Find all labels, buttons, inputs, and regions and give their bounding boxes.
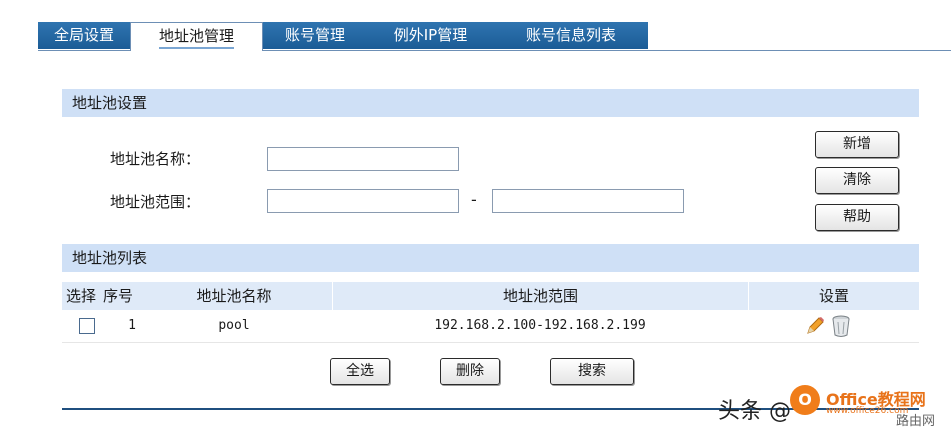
edit-pencil-icon[interactable]	[804, 315, 826, 337]
col-settings: 设置	[748, 282, 919, 310]
pool-name-label: 地址池名称：	[110, 150, 201, 168]
pool-range-start-input[interactable]	[267, 189, 459, 213]
table-header: 选择 序号 地址池名称 地址池范围 设置	[62, 282, 919, 310]
pool-settings-header: 地址池设置	[62, 89, 919, 117]
tab-global-settings[interactable]: 全局设置	[38, 22, 130, 49]
row-name: pool	[218, 318, 250, 333]
watermark-logo-icon: O	[790, 385, 820, 415]
add-button[interactable]: 新增	[815, 131, 899, 158]
pool-name-input[interactable]	[267, 147, 459, 171]
row-select-checkbox[interactable]	[79, 318, 95, 334]
tab-account-management[interactable]: 账号管理	[263, 22, 367, 49]
search-button[interactable]: 搜索	[550, 358, 634, 385]
table-row: 1 pool 192.168.2.100-192.168.2.199	[62, 310, 919, 343]
row-actions	[748, 310, 919, 342]
delete-button[interactable]: 删除	[440, 358, 500, 385]
tab-exception-ip[interactable]: 例外IP管理	[367, 22, 494, 49]
watermark-text: 头条 @	[718, 399, 791, 424]
col-name: 地址池名称	[196, 287, 272, 305]
watermark-corner: 路由网	[896, 414, 936, 429]
range-separator: -	[471, 190, 477, 209]
col-range: 地址池范围	[332, 282, 748, 310]
tab-address-pool[interactable]: 地址池管理	[130, 22, 263, 51]
tab-bar: 全局设置 地址池管理 账号管理 例外IP管理 账号信息列表	[38, 22, 951, 51]
delete-trash-icon[interactable]	[830, 314, 852, 338]
col-select: 选择	[65, 287, 96, 305]
help-button[interactable]: 帮助	[815, 204, 899, 231]
select-all-button[interactable]: 全选	[330, 358, 390, 385]
pool-range-end-input[interactable]	[492, 189, 684, 213]
tab-address-pool-label: 地址池管理	[158, 27, 234, 49]
pool-list-header: 地址池列表	[62, 244, 919, 272]
clear-button[interactable]: 清除	[815, 167, 899, 194]
pool-range-label: 地址池范围：	[110, 193, 201, 211]
col-index: 序号	[102, 287, 133, 305]
row-range: 192.168.2.100-192.168.2.199	[434, 318, 646, 333]
tab-account-info-list[interactable]: 账号信息列表	[494, 22, 648, 49]
